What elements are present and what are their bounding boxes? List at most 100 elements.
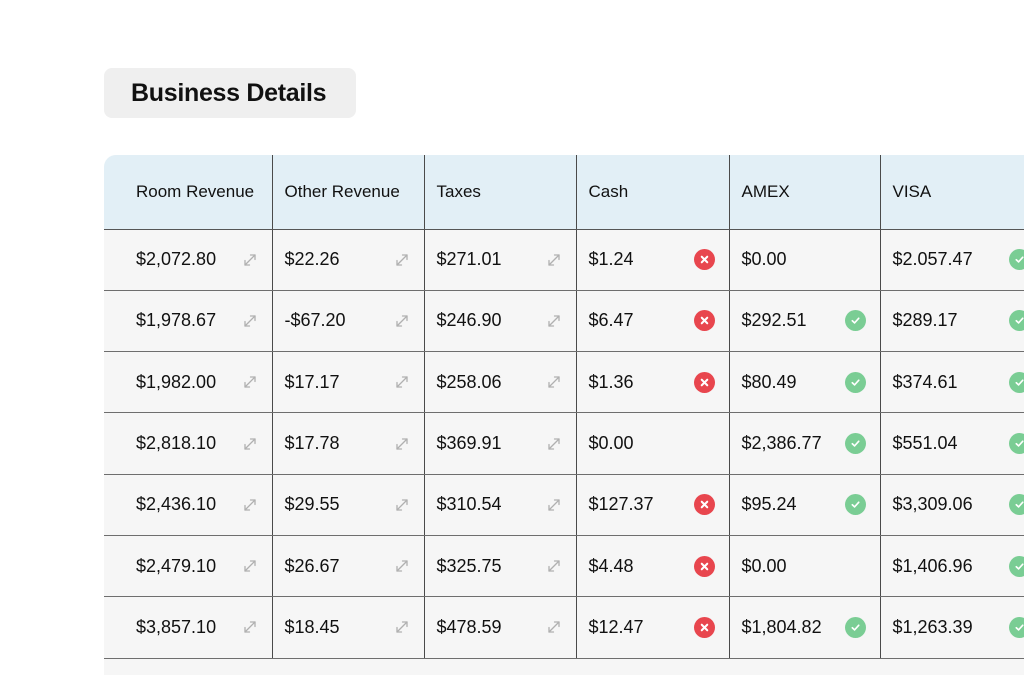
expand-icon[interactable] xyxy=(394,374,410,390)
cell-content: $369.91 xyxy=(437,433,576,454)
cell-other-revenue: -$67.20 xyxy=(272,290,424,351)
check-icon xyxy=(845,433,866,454)
cell-value: $95.24 xyxy=(742,494,797,515)
cell-room-revenue: $3,857.10 xyxy=(104,597,272,658)
cell-other-revenue: $22.26 xyxy=(272,229,424,290)
check-icon xyxy=(1009,556,1024,577)
cell-value: $258.06 xyxy=(437,372,502,393)
expand-icon[interactable] xyxy=(394,313,410,329)
cell-value: $3,309.06 xyxy=(893,494,973,515)
cell-value: $26.67 xyxy=(285,556,340,577)
cell-cash: $4.48 xyxy=(576,535,729,596)
cell-value: $369.91 xyxy=(437,433,502,454)
expand-icon[interactable] xyxy=(546,313,562,329)
cell-value: $374.61 xyxy=(893,372,958,393)
cell-room-revenue: $1,978.67 xyxy=(104,290,272,351)
expand-icon[interactable] xyxy=(546,558,562,574)
cell-value: $1,406.96 xyxy=(893,556,973,577)
check-icon xyxy=(1009,310,1024,331)
table-row: $2,072.80 $22.26 $271.01 $1.24 $0.00 $2.057.4… xyxy=(104,229,1024,290)
expand-icon[interactable] xyxy=(242,374,258,390)
cell-content: $0.00 xyxy=(589,433,729,454)
cell-other-revenue: $18.45 xyxy=(272,597,424,658)
check-icon xyxy=(845,372,866,393)
error-icon xyxy=(694,310,715,331)
expand-icon[interactable] xyxy=(394,619,410,635)
cell-content: $2,072.80 xyxy=(136,249,272,270)
cell-taxes: $258.06 xyxy=(424,352,576,413)
expand-icon[interactable] xyxy=(394,436,410,452)
cell-taxes: $271.01 xyxy=(424,229,576,290)
cell-taxes: $310.54 xyxy=(424,474,576,535)
cell-taxes: $478.59 xyxy=(424,597,576,658)
business-details-table-container: Room Revenue Other Revenue Taxes Cash AM… xyxy=(104,155,1024,675)
table-body: $2,072.80 $22.26 $271.01 $1.24 $0.00 $2.057.4… xyxy=(104,229,1024,658)
cell-value: $2,436.10 xyxy=(136,494,216,515)
cell-value: $1.36 xyxy=(589,372,634,393)
cell-content: $3,309.06 xyxy=(893,494,1024,515)
cell-content: $325.75 xyxy=(437,556,576,577)
cell-value: $292.51 xyxy=(742,310,807,331)
expand-icon[interactable] xyxy=(242,252,258,268)
cell-value: $1,804.82 xyxy=(742,617,822,638)
cell-content: $80.49 xyxy=(742,372,880,393)
cell-value: $551.04 xyxy=(893,433,958,454)
cell-content: $1.24 xyxy=(589,249,729,270)
check-icon xyxy=(1009,617,1024,638)
cell-other-revenue: $17.17 xyxy=(272,352,424,413)
check-icon xyxy=(845,310,866,331)
cell-content: $17.17 xyxy=(285,372,424,393)
cell-taxes: $246.90 xyxy=(424,290,576,351)
cell-visa: $2.057.47 xyxy=(880,229,1024,290)
card-frame: Business Details Room Revenue Other Reve… xyxy=(0,0,1024,700)
table-row: $1,982.00$17.17$258.06$1.36$80.49$374.61 xyxy=(104,352,1024,413)
expand-icon[interactable] xyxy=(394,558,410,574)
cell-value: $0.00 xyxy=(742,249,787,270)
cell-visa: $1,263.39 xyxy=(880,597,1024,658)
expand-icon[interactable] xyxy=(546,374,562,390)
cell-value: $478.59 xyxy=(437,617,502,638)
cell-value: $3,857.10 xyxy=(136,617,216,638)
expand-icon[interactable] xyxy=(242,313,258,329)
cell-value: $22.26 xyxy=(285,249,340,270)
table-row: $2,479.10$26.67$325.75$4.48$0.00$1,406.9… xyxy=(104,535,1024,596)
error-icon xyxy=(694,617,715,638)
cell-amex: $1,804.82 xyxy=(729,597,880,658)
cell-value: $2,386.77 xyxy=(742,433,822,454)
cell-amex: $95.24 xyxy=(729,474,880,535)
cell-content: $1,263.39 xyxy=(893,617,1024,638)
expand-icon[interactable] xyxy=(546,619,562,635)
cell-value: $29.55 xyxy=(285,494,340,515)
column-header-visa: VISA xyxy=(880,155,1024,229)
expand-icon[interactable] xyxy=(242,558,258,574)
expand-icon[interactable] xyxy=(242,619,258,635)
cell-visa: $551.04 xyxy=(880,413,1024,474)
cell-content: $18.45 xyxy=(285,617,424,638)
table-row: $2,436.10$29.55$310.54$127.37$95.24$3,30… xyxy=(104,474,1024,535)
cell-value: $17.78 xyxy=(285,433,340,454)
expand-icon[interactable] xyxy=(394,497,410,513)
expand-icon[interactable] xyxy=(546,497,562,513)
expand-icon[interactable] xyxy=(546,252,562,268)
cell-content: $1,978.67 xyxy=(136,310,272,331)
cell-value: $80.49 xyxy=(742,372,797,393)
expand-icon[interactable] xyxy=(394,252,410,268)
cell-visa: $1,406.96 xyxy=(880,535,1024,596)
cell-content: $2,818.10 xyxy=(136,433,272,454)
expand-icon[interactable] xyxy=(242,497,258,513)
cell-content: $551.04 xyxy=(893,433,1024,454)
cell-other-revenue: $29.55 xyxy=(272,474,424,535)
cell-value: $12.47 xyxy=(589,617,644,638)
cell-content: $2,436.10 xyxy=(136,494,272,515)
expand-icon[interactable] xyxy=(546,436,562,452)
cell-content: $310.54 xyxy=(437,494,576,515)
cell-value: $310.54 xyxy=(437,494,502,515)
error-icon xyxy=(694,372,715,393)
cell-value: $1,978.67 xyxy=(136,310,216,331)
expand-icon[interactable] xyxy=(242,436,258,452)
cell-value: $271.01 xyxy=(437,249,502,270)
cell-taxes: $325.75 xyxy=(424,535,576,596)
cell-content: $289.17 xyxy=(893,310,1024,331)
cell-value: $4.48 xyxy=(589,556,634,577)
cell-content: $29.55 xyxy=(285,494,424,515)
